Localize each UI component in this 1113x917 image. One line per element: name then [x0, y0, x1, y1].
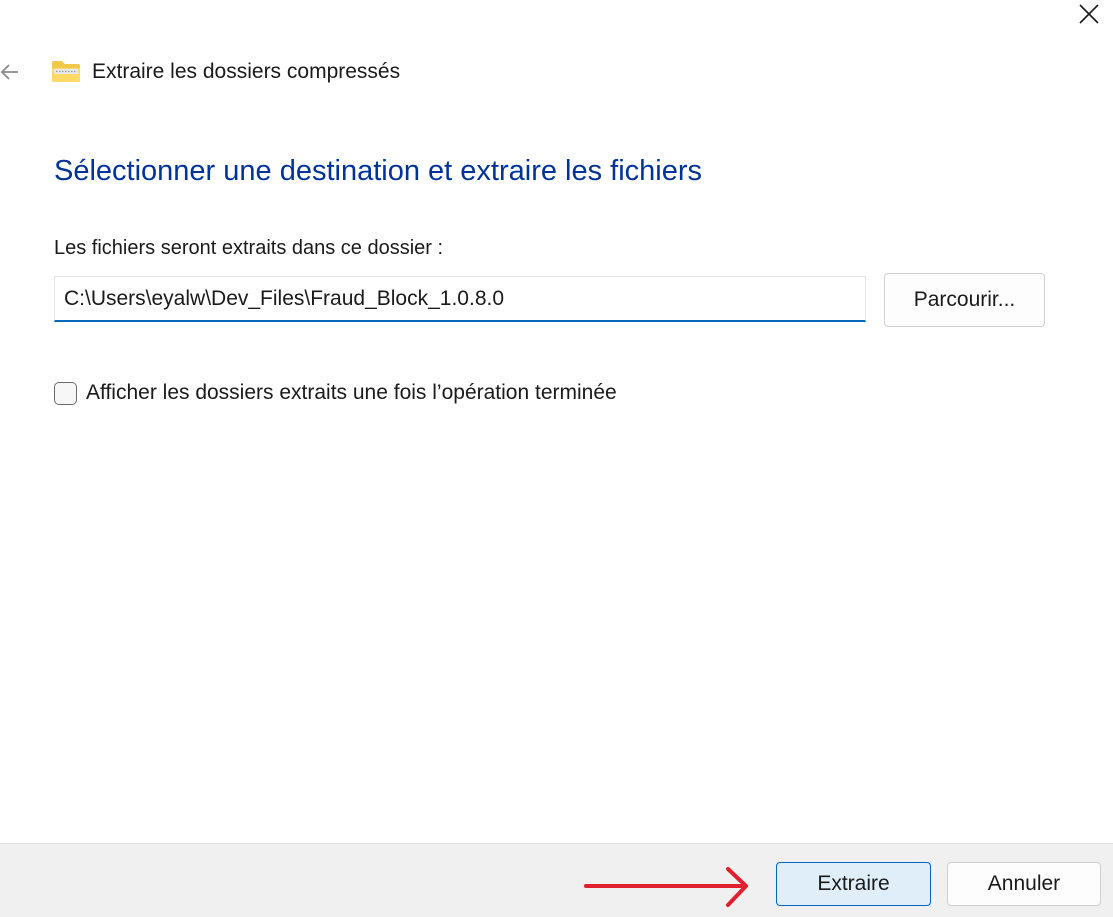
- zip-folder-icon: [52, 61, 80, 82]
- extract-dialog: Extraire les dossiers compressés Sélecti…: [0, 0, 1113, 917]
- red-arrow-icon: [584, 867, 748, 907]
- browse-button[interactable]: Parcourir...: [884, 273, 1045, 327]
- page-heading: Sélectionner une destination et extraire…: [54, 155, 703, 187]
- cancel-button[interactable]: Annuler: [947, 862, 1101, 906]
- extract-button[interactable]: Extraire: [776, 862, 931, 906]
- close-icon: [1079, 4, 1099, 24]
- back-button[interactable]: [0, 58, 22, 86]
- destination-path-input[interactable]: [54, 276, 866, 322]
- show-extracted-files-option[interactable]: Afficher les dossiers extraits une fois …: [54, 378, 617, 408]
- back-arrow-icon: [0, 64, 18, 80]
- dialog-title: Extraire les dossiers compressés: [92, 60, 401, 83]
- show-extracted-files-label: Afficher les dossiers extraits une fois …: [86, 381, 617, 404]
- destination-label: Les fichiers seront extraits dans ce dos…: [54, 237, 444, 259]
- close-button[interactable]: [1064, 0, 1113, 30]
- show-extracted-files-checkbox[interactable]: [54, 381, 77, 405]
